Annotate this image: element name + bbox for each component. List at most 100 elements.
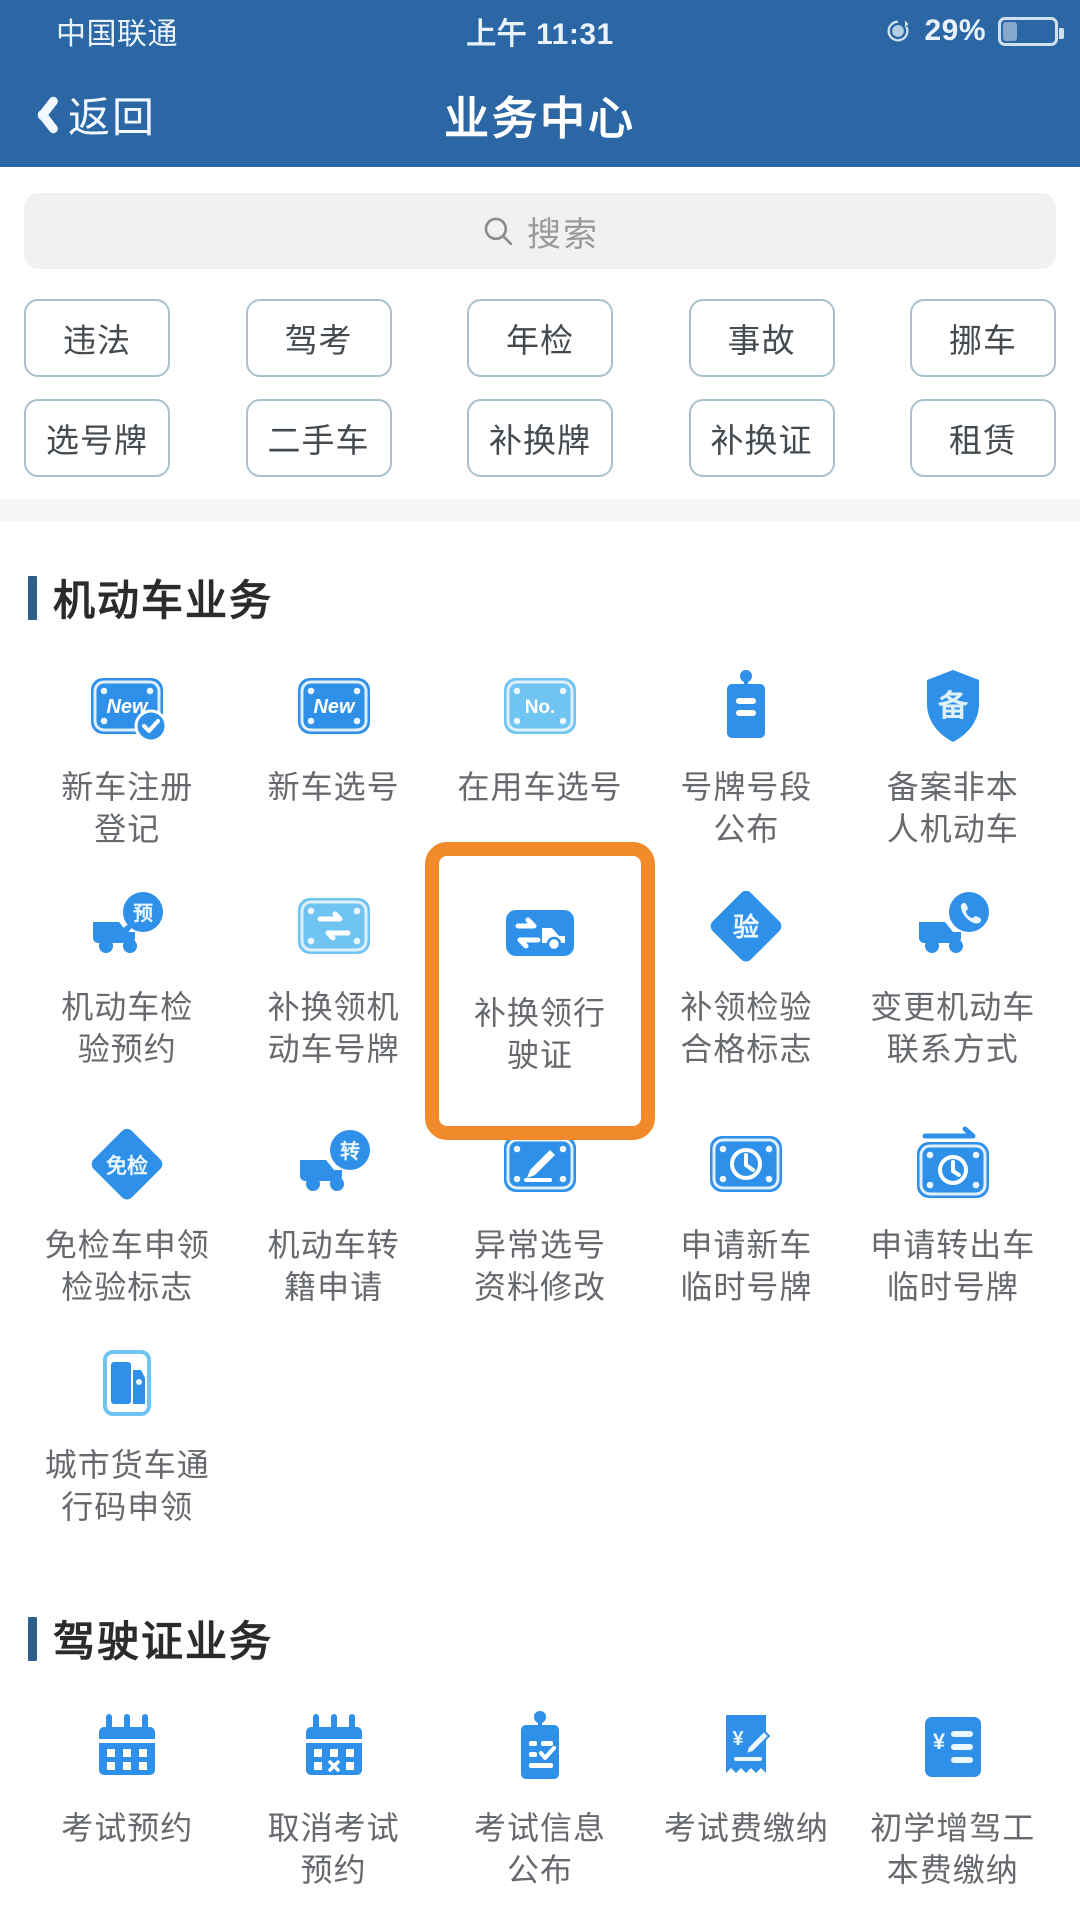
plate-number-icon: No. <box>498 664 582 748</box>
section-divider <box>0 499 1080 521</box>
grid-item-exempt-diamond[interactable]: 免检免检车申领 检验标志 <box>24 1122 230 1308</box>
section-accent-bar <box>28 575 37 620</box>
battery-percent: 29% <box>924 14 986 47</box>
status-bar: 中国联通 上午 11:31 29% <box>0 0 1080 62</box>
grid-item-calendar[interactable]: 考试预约 <box>24 1705 230 1891</box>
grid-item-calendar-cancel[interactable]: 取消考试 预约 <box>230 1705 436 1891</box>
svg-text:¥: ¥ <box>933 1729 946 1754</box>
status-right-group: 29% <box>884 14 1064 48</box>
calendar-icon <box>85 1705 169 1789</box>
quick-tags: 违法 驾考 年检 事故 挪车 选号牌 二手车 补换牌 补换证 租赁 <box>0 269 1080 477</box>
grid-item-vehicle-license-exchange[interactable]: 补换领行 驶证 <box>424 842 656 1140</box>
fee-list-icon: ¥ <box>911 1705 995 1789</box>
quick-tag-shigu[interactable]: 事故 <box>688 299 835 377</box>
grid-item-label: 新车选号 <box>267 769 400 805</box>
grid-item-label: 异常选号 资料修改 <box>473 1227 606 1305</box>
nav-bar: 返回 业务中心 <box>0 62 1080 167</box>
svg-text:免检: 免检 <box>106 1154 148 1178</box>
search-zone: 搜索 <box>0 167 1080 269</box>
grid-item-truck-phone[interactable]: 变更机动车 联系方式 <box>850 884 1056 1088</box>
new-plate-check-icon: New <box>85 664 169 748</box>
grid-item-label: 机动车检 验预约 <box>61 989 194 1067</box>
grid-item-label: 号牌号段 公布 <box>680 769 813 847</box>
grid-item-plate-edit[interactable]: 异常选号 资料修改 <box>437 1122 643 1308</box>
grid-item-label: 免检车申领 检验标志 <box>44 1227 210 1305</box>
plate-clock-icon <box>704 1122 788 1206</box>
section-title: 机动车业务 <box>53 577 274 624</box>
grid-item-label: 城市货车通 行码申领 <box>44 1447 210 1525</box>
quick-tag-xuanhaopai[interactable]: 选号牌 <box>24 399 170 477</box>
grid-item-label: 补换领机 动车号牌 <box>267 989 400 1067</box>
quick-tag-nuoche[interactable]: 挪车 <box>910 299 1056 377</box>
plate-tag-icon <box>704 664 788 748</box>
grid-item-label: 初学增驾工 本费缴纳 <box>870 1810 1036 1888</box>
rotation-lock-icon <box>884 17 912 45</box>
new-plate-icon: New <box>292 664 376 748</box>
grid-item-plate-tag[interactable]: 号牌号段 公布 <box>643 664 849 850</box>
grid-item-label: 取消考试 预约 <box>267 1810 400 1888</box>
truck-phone-icon <box>911 884 995 968</box>
section-1: 机动车业务 New 新车注册 登记 New 新车选号 No. 在用车选号 号牌号段 … <box>0 567 1080 1562</box>
svg-text:备: 备 <box>938 689 969 723</box>
grid-item-new-plate-check[interactable]: New 新车注册 登记 <box>24 664 230 850</box>
grid-item-plate-clock[interactable]: 申请新车 临时号牌 <box>643 1122 849 1308</box>
grid-item-city-truck[interactable]: 城市货车通 行码申领 <box>24 1342 230 1528</box>
icon-grid: New 新车注册 登记 New 新车选号 No. 在用车选号 号牌号段 公布 备备案… <box>24 664 1056 1562</box>
quick-tag-buhuanzheng[interactable]: 补换证 <box>688 399 835 477</box>
inspection-diamond-icon: 验 <box>704 884 788 968</box>
section-title: 驾驶证业务 <box>53 1618 274 1665</box>
svg-text:预: 预 <box>133 902 153 925</box>
plate-edit-icon <box>498 1122 582 1206</box>
grid-item-shield-record[interactable]: 备备案非本 人机动车 <box>850 664 1056 850</box>
exempt-diamond-icon: 免检 <box>85 1122 169 1206</box>
grid-item-truck-booking[interactable]: 预 机动车检 验预约 <box>24 884 230 1088</box>
grid-item-label: 补换领行 驶证 <box>473 995 606 1073</box>
svg-text:验: 验 <box>733 912 759 942</box>
grid-item-label: 备案非本 人机动车 <box>886 769 1019 847</box>
quick-tag-row-2: 选号牌 二手车 补换牌 补换证 租赁 <box>24 399 1056 477</box>
grid-item-label: 考试信息 公布 <box>473 1810 606 1888</box>
quick-tag-nianjian[interactable]: 年检 <box>467 299 613 377</box>
section-header: 机动车业务 <box>28 567 1056 628</box>
tag-check-icon <box>498 1705 582 1789</box>
receipt-pen-icon: ¥ <box>704 1705 788 1789</box>
svg-text:No.: No. <box>525 697 556 718</box>
quick-tag-weifa[interactable]: 违法 <box>24 299 170 377</box>
shield-record-icon: 备 <box>911 664 995 748</box>
icon-grid: 考试预约 取消考试 预约 考试信息 公布 ¥ 考试费缴纳 ¥ 初学增驾工 本费缴… <box>24 1705 1056 1925</box>
grid-item-label: 机动车转 籍申请 <box>267 1227 400 1305</box>
vehicle-license-exchange-icon <box>498 890 582 974</box>
grid-item-tag-check[interactable]: 考试信息 公布 <box>437 1705 643 1891</box>
grid-item-label: 变更机动车 联系方式 <box>870 989 1036 1067</box>
quick-tag-jiakao[interactable]: 驾考 <box>245 299 392 377</box>
grid-item-plate-exchange[interactable]: 补换领机 动车号牌 <box>230 884 436 1088</box>
plate-exchange-icon <box>292 884 376 968</box>
svg-text:转: 转 <box>340 1139 360 1163</box>
grid-item-label: 考试费缴纳 <box>663 1810 829 1846</box>
grid-item-label: 申请转出车 临时号牌 <box>870 1227 1036 1305</box>
quick-tag-row-1: 违法 驾考 年检 事故 挪车 <box>24 299 1056 377</box>
truck-booking-icon: 预 <box>85 884 169 968</box>
section-accent-bar <box>28 1616 37 1661</box>
grid-item-receipt-pen[interactable]: ¥ 考试费缴纳 <box>643 1705 849 1891</box>
grid-item-fee-list[interactable]: ¥ 初学增驾工 本费缴纳 <box>850 1705 1056 1891</box>
plate-clock-arrow-icon <box>911 1122 995 1206</box>
grid-item-inspection-diamond[interactable]: 验补领检验 合格标志 <box>643 884 849 1088</box>
quick-tag-ershouche[interactable]: 二手车 <box>245 399 392 477</box>
grid-item-plate-clock-arrow[interactable]: 申请转出车 临时号牌 <box>850 1122 1056 1308</box>
grid-item-plate-number[interactable]: No. 在用车选号 <box>437 664 643 850</box>
search-input[interactable]: 搜索 <box>24 193 1056 269</box>
svg-text:New: New <box>313 696 356 718</box>
search-placeholder: 搜索 <box>527 215 599 254</box>
svg-text:¥: ¥ <box>733 1728 745 1750</box>
section-2: 驾驶证业务 考试预约 取消考试 预约 考试信息 公布 ¥ 考试费缴纳 ¥ 初学增… <box>0 1608 1080 1925</box>
quick-tag-buhuanpai[interactable]: 补换牌 <box>467 399 613 477</box>
grid-item-new-plate[interactable]: New 新车选号 <box>230 664 436 850</box>
grid-item-label: 在用车选号 <box>457 769 623 805</box>
truck-transfer-icon: 转 <box>292 1122 376 1206</box>
grid-item-label: 补领检验 合格标志 <box>680 989 813 1067</box>
grid-item-label: 新车注册 登记 <box>61 769 194 847</box>
grid-item-truck-transfer[interactable]: 转机动车转 籍申请 <box>230 1122 436 1308</box>
quick-tag-zulin[interactable]: 租赁 <box>910 399 1056 477</box>
section-header: 驾驶证业务 <box>28 1608 1056 1669</box>
